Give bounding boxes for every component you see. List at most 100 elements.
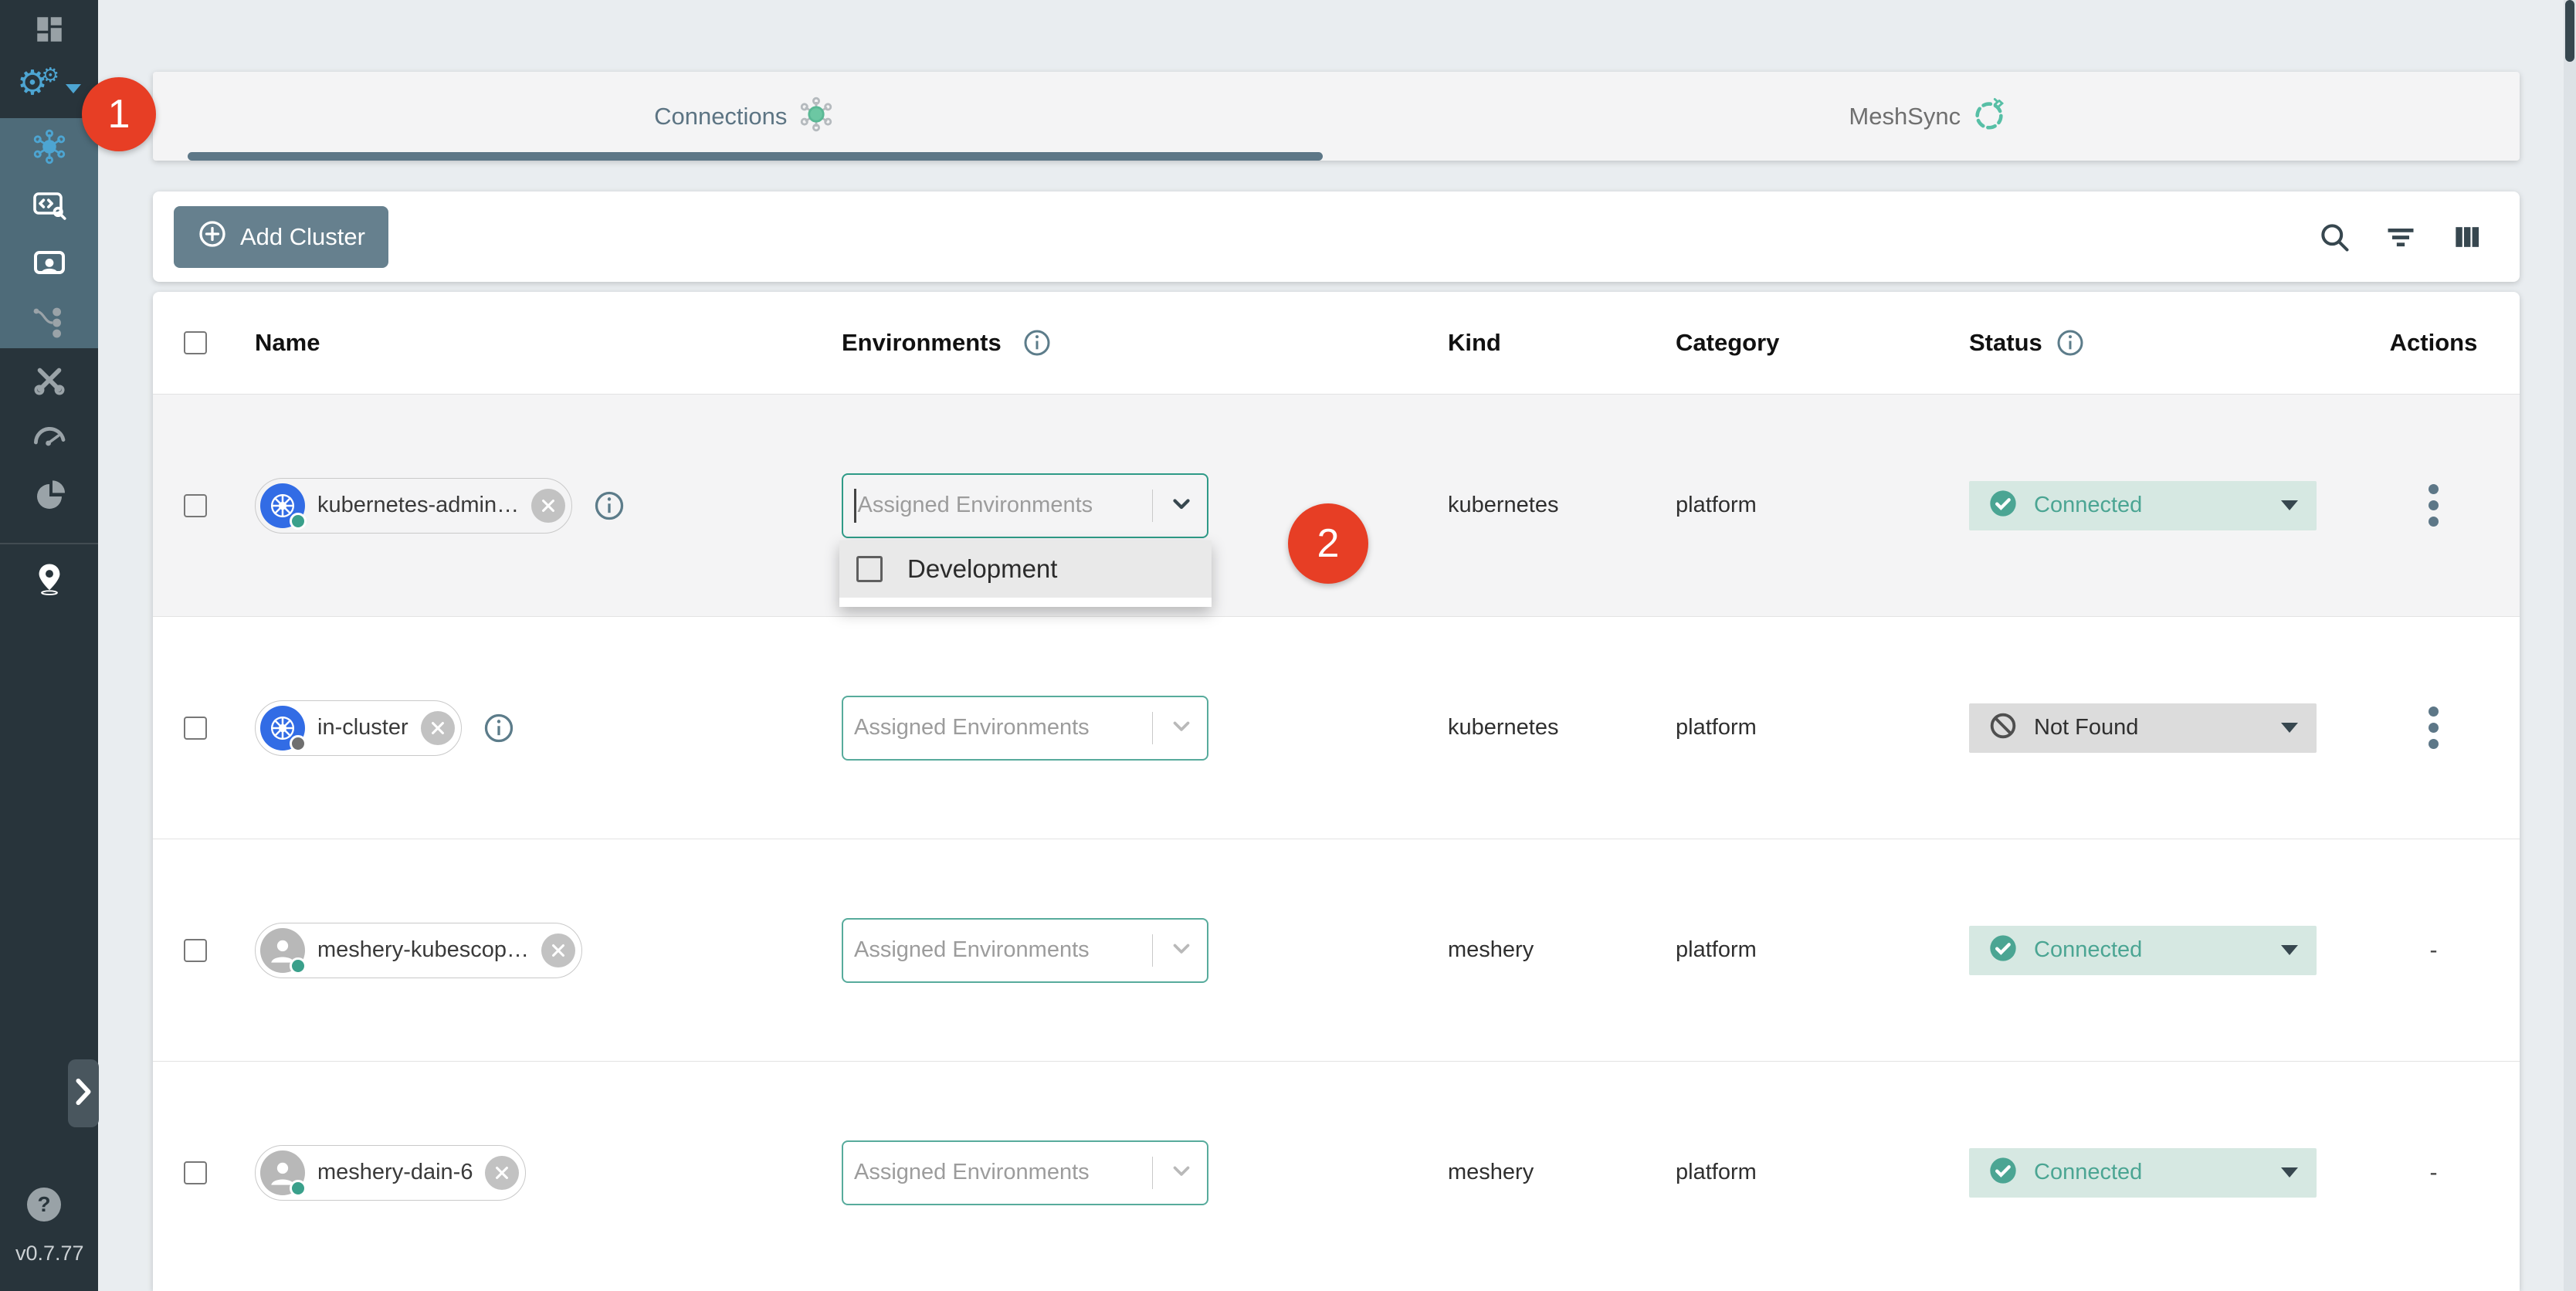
category-value: platform (1676, 715, 1757, 740)
kebab-menu-icon[interactable] (2429, 706, 2439, 749)
connection-chip[interactable]: meshery-dain-6 (255, 1145, 526, 1201)
question-mark-icon: ? (37, 1192, 50, 1217)
tab-connections[interactable]: Connections (153, 72, 1337, 161)
option-checkbox[interactable] (856, 556, 883, 582)
info-icon[interactable] (482, 711, 516, 745)
mesh-network-icon (798, 96, 835, 137)
row-checkbox[interactable] (184, 1161, 207, 1184)
header-actions: Actions (2390, 329, 2478, 357)
kubernetes-icon (260, 483, 305, 528)
kebab-menu-icon[interactable] (2429, 484, 2439, 527)
scrollbar-track[interactable] (2564, 0, 2576, 1291)
kind-value: kubernetes (1448, 715, 1559, 740)
check-circle-icon (1988, 488, 2018, 523)
screen-user-icon (31, 246, 68, 286)
status-badge[interactable]: Connected (1969, 926, 2317, 975)
main-content: Connections MeshSync (98, 0, 2576, 1291)
info-icon[interactable] (592, 489, 626, 523)
table-row: meshery-kubescop… Assigned Environments (153, 839, 2520, 1061)
caret-down-icon (2281, 500, 2298, 510)
environments-menu: Development (839, 540, 1212, 607)
sidebar-item-dashboard[interactable] (0, 11, 98, 51)
sidebar-item-connections[interactable] (0, 128, 98, 168)
chevron-down-icon[interactable] (1168, 1157, 1195, 1188)
kind-value: meshery (1448, 937, 1534, 963)
sidebar-item-lifecycle[interactable]: ⚙⚙ (0, 63, 98, 103)
environments-select[interactable]: Assigned Environments (842, 696, 1208, 761)
kind-value: meshery (1448, 1160, 1534, 1185)
table-header-row: Name Environments Kind Category Status (153, 292, 2520, 394)
view-columns-icon[interactable] (2449, 219, 2485, 255)
caret-down-icon (2281, 723, 2298, 733)
sidebar-item-toolkit[interactable] (0, 361, 98, 402)
check-circle-icon (1988, 1155, 2018, 1190)
status-dot (290, 513, 307, 530)
remove-connection-icon[interactable] (421, 711, 455, 745)
header-name: Name (255, 329, 320, 357)
crossed-tools-icon (32, 362, 67, 402)
connection-chip[interactable]: in-cluster (255, 700, 462, 756)
status-badge[interactable]: Not Found (1969, 703, 2317, 753)
connection-chip[interactable]: meshery-kubescop… (255, 923, 582, 978)
environments-placeholder: Assigned Environments (854, 715, 1090, 740)
tab-meshsync[interactable]: MeshSync (1337, 72, 2520, 161)
connection-name: meshery-dain-6 (317, 1160, 473, 1185)
help-button[interactable]: ? (27, 1188, 61, 1222)
menu-item-development[interactable]: Development (839, 540, 1212, 598)
location-pin-icon (32, 561, 67, 601)
info-icon[interactable] (2055, 327, 2086, 358)
status-badge[interactable]: Connected (1969, 481, 2317, 530)
sidebar-item-extensions[interactable] (0, 477, 98, 517)
code-adapter-icon (31, 187, 68, 228)
search-icon[interactable] (2317, 219, 2352, 255)
row-checkbox[interactable] (184, 939, 207, 962)
chevron-down-icon[interactable] (1168, 935, 1195, 965)
sidebar-item-adapters[interactable] (0, 187, 98, 227)
remove-connection-icon[interactable] (485, 1156, 519, 1190)
caret-down-icon (2281, 1167, 2298, 1177)
sidebar-collapse-button[interactable] (68, 1059, 99, 1127)
sidebar-item-performance[interactable] (0, 418, 98, 459)
prohibited-icon (1988, 710, 2018, 745)
pipeline-nodes-icon (31, 304, 68, 345)
filter-icon[interactable] (2383, 219, 2418, 255)
remove-connection-icon[interactable] (541, 934, 575, 967)
connections-table: Name Environments Kind Category Status (153, 292, 2520, 1291)
select-all-checkbox[interactable] (184, 331, 207, 354)
remove-connection-icon[interactable] (531, 489, 565, 523)
header-kind: Kind (1448, 329, 1501, 357)
add-cluster-button[interactable]: Add Cluster (174, 206, 388, 268)
chevron-down-icon[interactable] (1168, 713, 1195, 743)
chevron-down-icon[interactable] (1168, 490, 1195, 520)
scrollbar-thumb[interactable] (2565, 0, 2574, 62)
select-divider (1152, 1157, 1154, 1189)
sidebar-item-workflows[interactable] (0, 304, 98, 344)
tutorial-step-badge-2: 2 (1288, 503, 1368, 584)
select-divider (1152, 490, 1154, 522)
row-checkbox[interactable] (184, 717, 207, 740)
environments-placeholder: Assigned Environments (854, 1160, 1090, 1185)
environments-select[interactable]: Assigned Environments (842, 918, 1208, 983)
environments-select[interactable]: Assigned Environments (842, 1140, 1208, 1205)
sidebar-item-remote-screen[interactable] (0, 246, 98, 286)
meshery-app: { "sidebar": { "version": "v0.7.77", "he… (0, 0, 2576, 1291)
text-cursor (854, 489, 856, 523)
performance-gauge-icon (31, 418, 68, 459)
avatar-icon (260, 928, 305, 973)
chevron-right-icon (73, 1077, 93, 1110)
table-row: in-cluster Assigned Environments (153, 616, 2520, 839)
info-icon[interactable] (1022, 327, 1052, 358)
category-value: platform (1676, 1160, 1757, 1185)
status-dot (290, 1180, 307, 1197)
connection-chip[interactable]: kubernetes-admin… (255, 478, 572, 534)
row-checkbox[interactable] (184, 494, 207, 517)
environments-select[interactable]: Assigned Environments (842, 473, 1208, 538)
table-row: meshery-dain-6 Assigned Environments (153, 1061, 2520, 1283)
connections-mesh-icon (31, 128, 68, 169)
kubernetes-icon (260, 706, 305, 751)
sidebar: ⚙⚙ (0, 0, 98, 1291)
sidebar-item-catalog[interactable] (0, 561, 98, 601)
status-dot (290, 735, 307, 752)
connection-name: meshery-kubescop… (317, 937, 529, 963)
status-badge[interactable]: Connected (1969, 1148, 2317, 1198)
